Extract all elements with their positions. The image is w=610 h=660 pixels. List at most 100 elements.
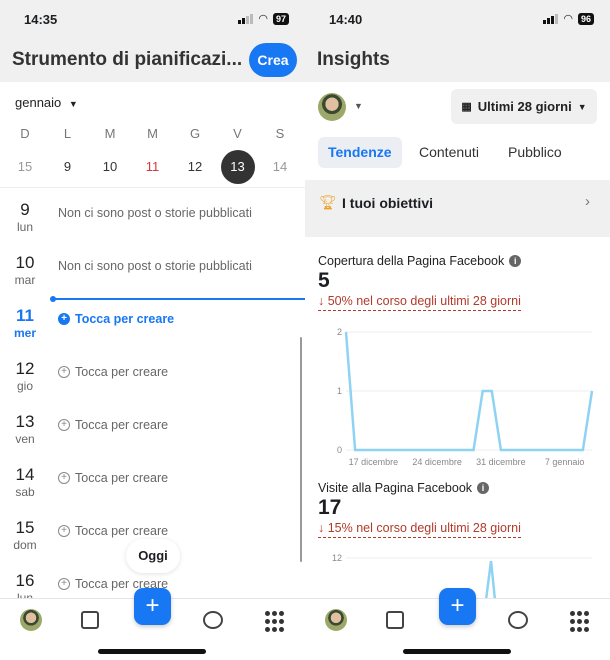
day-row[interactable]: 9 lun Non ci sono post o storie pubblica… [0, 192, 305, 245]
weekday-label: S [275, 126, 285, 141]
status-icons: ◠ 97 [238, 12, 289, 25]
row-text: Tocca per creare [75, 365, 169, 379]
date-number: 9 [63, 159, 72, 174]
date-cell[interactable]: 9 [47, 159, 89, 174]
month-label: gennaio [15, 95, 62, 110]
day-row[interactable]: 12 gio + Tocca per creare [0, 351, 305, 404]
add-icon[interactable]: + [134, 588, 171, 625]
day-row[interactable]: 10 mar Non ci sono post o storie pubblic… [0, 245, 305, 298]
date-cell[interactable]: 13 [217, 150, 259, 184]
y-tick-label: 0 [337, 445, 342, 455]
planner-screen: 14:35 ◠ 97 Strumento di pianificazi... C… [0, 0, 305, 660]
menu-grid-icon[interactable] [570, 611, 592, 633]
divider [0, 187, 305, 188]
date-cell[interactable]: 10 [89, 159, 131, 174]
day-number: 12 [15, 359, 35, 378]
day-name: sab [15, 485, 35, 499]
day-name: mar [14, 273, 36, 287]
day-name: dom [13, 538, 37, 552]
date-number: 12 [187, 159, 203, 174]
create-post-link[interactable]: + Tocca per creare [58, 365, 168, 379]
now-indicator-line [52, 298, 305, 300]
day-name: gio [16, 379, 33, 393]
add-icon[interactable]: + [439, 588, 476, 625]
day-number: 9 [20, 200, 30, 219]
y-tick-label: 12 [332, 553, 342, 563]
metric-change[interactable]: ↓ 15% nel corso degli ultimi 28 giorni [318, 521, 521, 538]
day-row[interactable]: 13 ven + Tocca per creare [0, 404, 305, 457]
weekday-label: D [20, 126, 30, 141]
status-time: 14:35 [24, 12, 58, 27]
plus-circle-icon: + [58, 578, 70, 590]
posts-icon[interactable] [81, 611, 99, 629]
day-number: 14 [15, 465, 35, 484]
create-button[interactable]: Crea [249, 43, 297, 77]
day-number: 11 [16, 306, 34, 325]
create-post-link[interactable]: + Tocca per creare [58, 471, 168, 485]
x-tick-label: 24 dicembre [412, 457, 462, 467]
y-tick-label: 1 [337, 386, 342, 396]
plus-circle-icon: + [58, 419, 70, 431]
day-name: ven [15, 432, 35, 446]
today-button[interactable]: Oggi [126, 539, 180, 573]
plus-circle-icon: + [58, 366, 70, 378]
profile-avatar[interactable] [325, 609, 347, 631]
plus-circle-icon: + [58, 313, 70, 325]
plus-circle-icon: + [58, 472, 70, 484]
profile-avatar[interactable] [20, 609, 42, 631]
x-tick-label: 7 gennaio [545, 457, 585, 467]
chat-icon[interactable] [508, 611, 528, 629]
plus-circle-icon: + [58, 525, 70, 537]
page-title: Strumento di pianificazi... [12, 49, 243, 70]
create-post-link[interactable]: + Tocca per creare [58, 312, 174, 326]
create-post-link[interactable]: + Tocca per creare [58, 524, 168, 538]
scrollbar[interactable] [300, 337, 302, 562]
day-number: 15 [15, 518, 35, 537]
row-text: Tocca per creare [75, 312, 175, 326]
posts-icon[interactable] [386, 611, 404, 629]
day-row[interactable]: 14 sab + Tocca per creare [0, 457, 305, 510]
row-text: Tocca per creare [75, 524, 169, 538]
weekday-label: M [147, 126, 158, 141]
chevron-down-icon: ▼ [68, 99, 78, 109]
x-tick-label: 17 dicembre [349, 457, 399, 467]
series-line [484, 560, 497, 601]
selected-date: 13 [220, 150, 255, 184]
home-indicator [98, 649, 206, 654]
day-number: 10 [15, 253, 35, 272]
y-tick-label: 2 [337, 327, 342, 337]
metric-title: Visite alla Pagina Facebook i [318, 481, 490, 495]
weekday-label: G [189, 126, 201, 141]
date-cell[interactable]: 12 [174, 159, 216, 174]
day-row[interactable]: 11 mer + Tocca per creare [0, 298, 305, 351]
chat-icon[interactable] [203, 611, 223, 629]
menu-grid-icon[interactable] [265, 611, 287, 633]
date-number: 11 [145, 159, 160, 174]
weekday-label: L [63, 126, 72, 141]
row-text: Non ci sono post o storie pubblicati [58, 206, 252, 220]
date-number: 14 [272, 159, 288, 174]
signal-icon [238, 13, 254, 24]
battery-icon: 97 [272, 12, 289, 25]
x-tick-label: 31 dicembre [476, 457, 526, 467]
day-name: mer [13, 326, 36, 340]
date-cell[interactable]: 15 [4, 159, 46, 174]
home-indicator [403, 649, 511, 654]
weekday-label: M [104, 126, 116, 141]
weekday-label: V [233, 126, 242, 141]
month-selector[interactable]: gennaio ▼ [15, 95, 78, 110]
metric-value: 17 [318, 496, 342, 519]
date-number: 10 [102, 159, 118, 174]
day-name: lun [16, 220, 33, 234]
date-cell[interactable]: 11 [132, 159, 174, 174]
info-icon[interactable]: i [477, 482, 490, 494]
day-number: 13 [15, 412, 35, 431]
row-text: Tocca per creare [75, 418, 169, 432]
empty-message: Non ci sono post o storie pubblicati [58, 206, 252, 220]
date-cell[interactable]: 14 [259, 159, 301, 174]
day-number: 16 [15, 571, 35, 590]
date-number: 15 [17, 159, 33, 174]
create-post-link[interactable]: + Tocca per creare [58, 418, 168, 432]
insights-screen: 14:40 ◠ 96 Insights ▼ ▦ Ultimi 28 giorni… [305, 0, 610, 660]
row-text: Non ci sono post o storie pubblicati [58, 259, 252, 273]
